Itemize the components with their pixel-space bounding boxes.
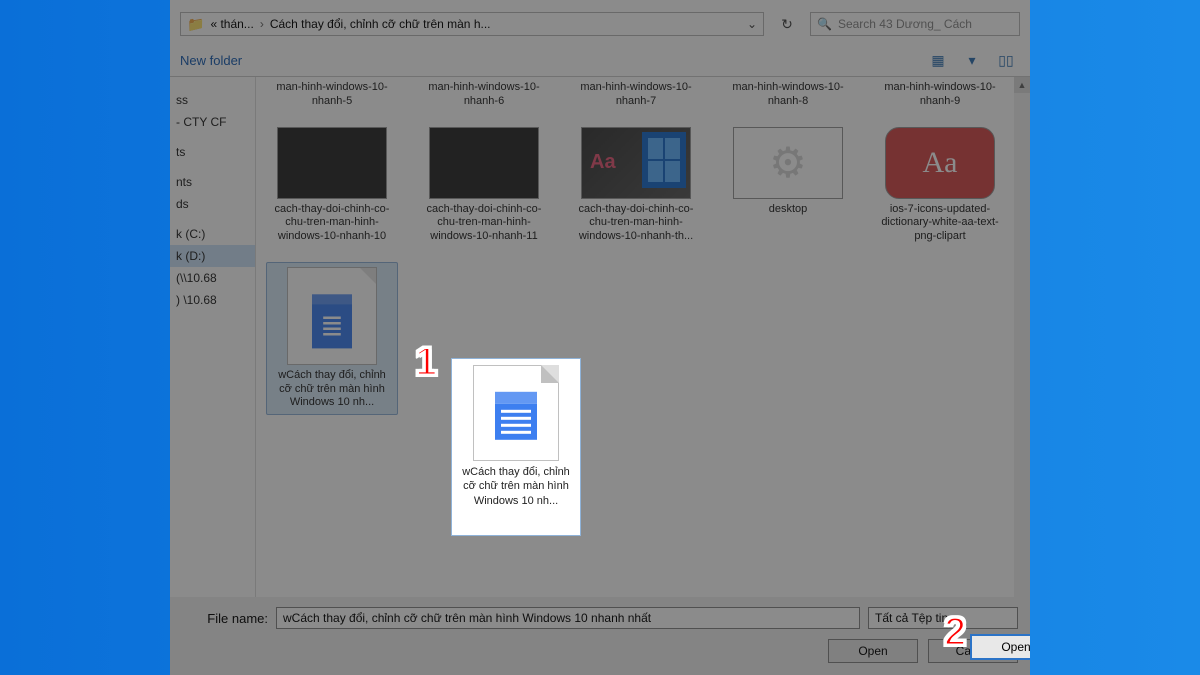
file-tile[interactable]: ios-7-icons-updated-dictionary-white-aa-… [874,127,1006,244]
file-tile[interactable]: cach-thay-doi-chinh-co-chu-tren-man-hinh… [570,127,702,244]
callout-1: 1 [415,340,437,385]
sidebar-item[interactable]: ds [170,193,255,215]
new-folder-button[interactable]: New folder [180,53,242,68]
sidebar-item[interactable]: (\\10.68 [170,267,255,289]
sidebar-item[interactable]: k (C:) [170,223,255,245]
view-dropdown-icon[interactable]: ▾ [958,50,986,70]
callout-2: 2 [944,610,966,655]
file-tile[interactable]: man-hinh-windows-10-nhanh-9 [874,77,1006,109]
search-placeholder: Search 43 Dương_ Cách [838,17,972,31]
file-label: wCách thay đổi, chỉnh cỡ chữ trên màn hì… [271,369,393,410]
open-button[interactable]: Open [828,639,918,663]
thumbnail-image [277,127,387,199]
search-icon: 🔍 [817,17,832,31]
file-label: desktop [769,203,808,217]
file-tile[interactable]: desktop [722,127,854,244]
file-tile[interactable]: cach-thay-doi-chinh-co-chu-tren-man-hinh… [418,127,550,244]
search-input[interactable]: 🔍 Search 43 Dương_ Cách [810,12,1020,36]
file-tile[interactable]: man-hinh-windows-10-nhanh-7 [570,77,702,109]
sidebar-item[interactable]: ts [170,141,255,163]
sidebar-item[interactable] [170,163,255,171]
sidebar: ss - CTY CF ts nts ds k (C:) k (D:) (\\1… [170,77,256,597]
view-mode-icon[interactable]: ▦ [924,50,952,70]
file-label: cach-thay-doi-chinh-co-chu-tren-man-hinh… [418,203,550,244]
chevron-down-icon[interactable]: ⌄ [747,17,757,31]
sidebar-item[interactable]: k (D:) [170,245,255,267]
file-tile[interactable]: man-hinh-windows-10-nhanh-5 [266,77,398,109]
file-tile[interactable]: man-hinh-windows-10-nhanh-6 [418,77,550,109]
sidebar-item[interactable]: nts [170,171,255,193]
file-label: man-hinh-windows-10-nhanh-9 [874,81,1006,109]
thumbnail-image [885,127,995,199]
file-tile[interactable]: man-hinh-windows-10-nhanh-8 [722,77,854,109]
filename-input[interactable] [276,607,860,629]
file-tile-selected[interactable]: wCách thay đổi, chỉnh cỡ chữ trên màn hì… [266,262,398,415]
toolbar: New folder ▦ ▾ ▯▯ [170,46,1030,77]
folder-icon: 📁 [187,16,204,33]
file-label: cach-thay-doi-chinh-co-chu-tren-man-hinh… [266,203,398,244]
breadcrumb[interactable]: 📁 « thán... › Cách thay đổi, chỉnh cỡ ch… [180,12,764,36]
sidebar-item[interactable] [170,133,255,141]
breadcrumb-sep: › [260,17,264,31]
gear-icon [733,127,843,199]
sidebar-item[interactable] [170,215,255,223]
preview-pane-icon[interactable]: ▯▯ [992,50,1020,70]
file-tile-selected-highlight[interactable]: wCách thay đổi, chỉnh cỡ chữ trên màn hì… [451,358,581,536]
scroll-up-icon[interactable]: ▲ [1014,77,1030,93]
sidebar-item[interactable]: ss [170,89,255,111]
refresh-button[interactable]: ↻ [774,12,800,36]
file-label: man-hinh-windows-10-nhanh-5 [266,81,398,109]
open-button-highlight[interactable]: Open [970,634,1030,660]
sidebar-item[interactable]: - CTY CF [170,111,255,133]
file-label: ios-7-icons-updated-dictionary-white-aa-… [874,203,1006,244]
sidebar-item[interactable] [170,81,255,89]
file-label: man-hinh-windows-10-nhanh-7 [570,81,702,109]
thumbnail-image [429,127,539,199]
file-label: man-hinh-windows-10-nhanh-8 [722,81,854,109]
file-label: man-hinh-windows-10-nhanh-6 [418,81,550,109]
filename-label: File name: [182,611,268,626]
files-pane: ▲ man-hinh-windows-10-nhanh-5 man-hinh-w… [256,77,1030,597]
document-icon [473,365,559,461]
thumbnail-image [581,127,691,199]
scrollbar[interactable]: ▲ [1014,77,1030,597]
breadcrumb-part[interactable]: Cách thay đổi, chỉnh cỡ chữ trên màn h..… [270,17,491,31]
breadcrumb-part[interactable]: « thán... [210,17,253,31]
sidebar-item[interactable]: ) \10.68 [170,289,255,311]
filetype-dropdown[interactable]: Tất cả Tệp tin [868,607,1018,629]
file-tile[interactable]: cach-thay-doi-chinh-co-chu-tren-man-hinh… [266,127,398,244]
file-label: cach-thay-doi-chinh-co-chu-tren-man-hinh… [570,203,702,244]
dialog-footer: File name: Tất cả Tệp tin Open Cance [170,597,1030,675]
document-icon [287,267,377,365]
file-label: wCách thay đổi, chỉnh cỡ chữ trên màn hì… [458,465,574,508]
address-bar: 📁 « thán... › Cách thay đổi, chỉnh cỡ ch… [170,0,1030,46]
